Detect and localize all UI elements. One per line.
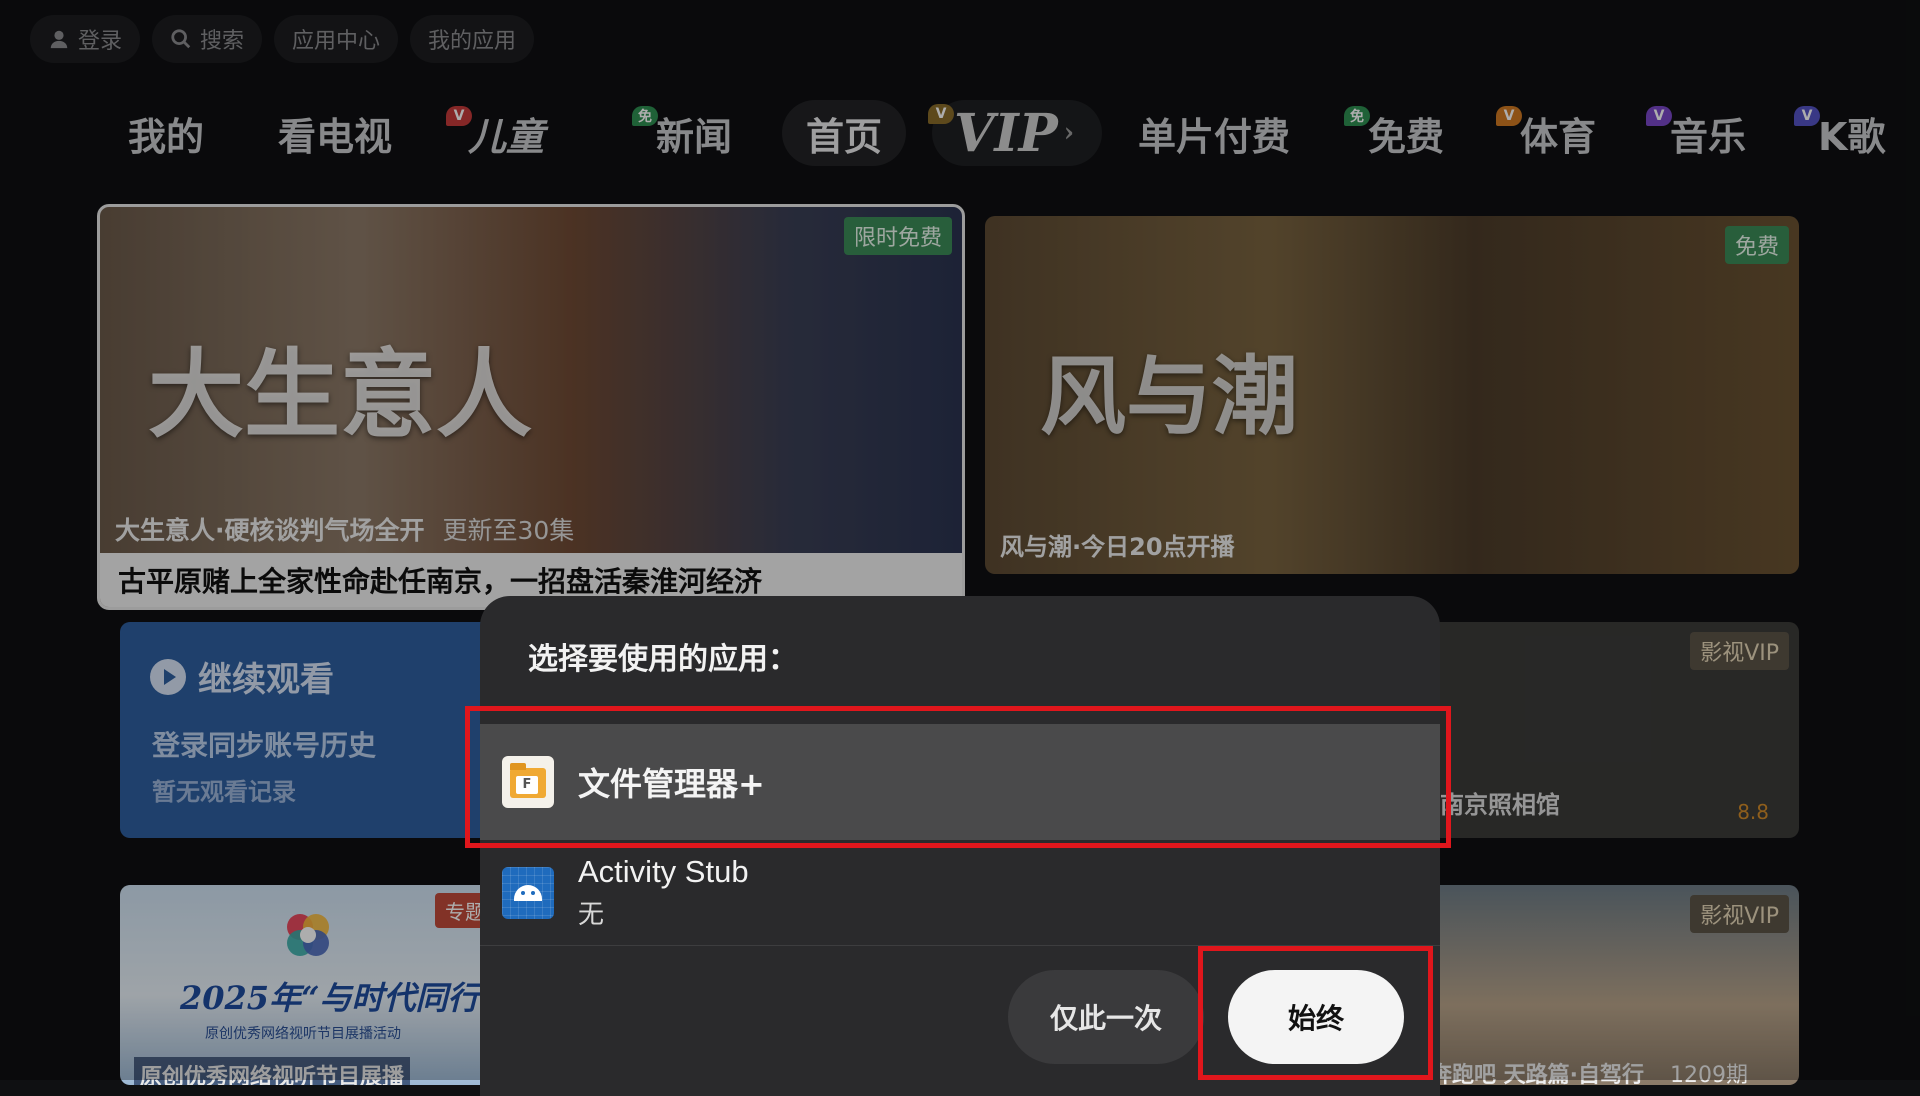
highlight-box-always xyxy=(1198,946,1433,1080)
dialog-title: 选择要使用的应用： xyxy=(528,642,798,677)
app-option-sublabel: 无 xyxy=(578,900,605,930)
app-option-activity-stub[interactable]: Activity Stub 无 xyxy=(480,840,1440,946)
app-option-label: Activity Stub xyxy=(578,854,749,889)
app-option-texts: Activity Stub 无 xyxy=(578,854,749,931)
android-head-shape xyxy=(514,884,542,901)
just-once-button[interactable]: 仅此一次 xyxy=(1008,970,1204,1064)
android-icon xyxy=(502,866,554,919)
highlight-box-file-manager xyxy=(465,706,1451,848)
